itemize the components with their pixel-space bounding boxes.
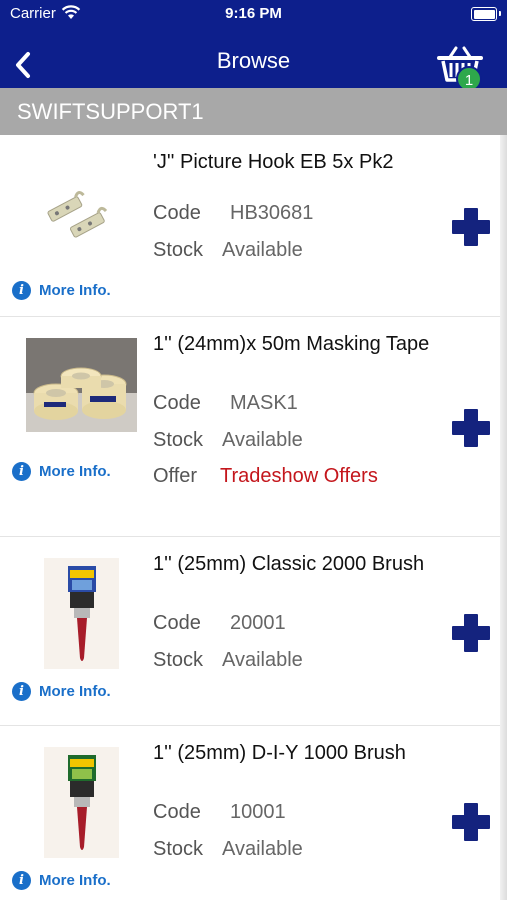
product-row[interactable]: 1'' (25mm) D-I-Y 1000 Brush Code 10001 S… xyxy=(0,726,500,914)
code-value: MASK1 xyxy=(230,392,298,414)
info-icon: i xyxy=(12,871,31,890)
product-row[interactable]: 1'' (25mm) Classic 2000 Brush Code 20001… xyxy=(0,537,500,726)
status-time: 9:16 PM xyxy=(225,5,282,22)
stock-value: Available xyxy=(222,239,303,261)
code-value: HB30681 xyxy=(230,202,314,224)
more-info-link[interactable]: i More Info. xyxy=(12,281,111,300)
stock-label: Stock xyxy=(153,838,204,860)
add-to-basket-icon[interactable] xyxy=(451,802,491,842)
offer-label: Offer xyxy=(153,465,198,487)
more-info-link[interactable]: i More Info. xyxy=(12,682,111,701)
status-bar: Carrier 9:16 PM xyxy=(0,0,507,30)
add-to-basket-icon[interactable] xyxy=(451,613,491,653)
product-title: 1'' (24mm)x 50m Masking Tape xyxy=(153,333,430,355)
add-to-basket-icon[interactable] xyxy=(451,207,491,247)
account-header: SWIFTSUPPORT1 xyxy=(0,88,507,135)
nav-bar: Browse 1 xyxy=(0,30,507,92)
code-value: 10001 xyxy=(230,801,286,823)
product-title: 1'' (25mm) D-I-Y 1000 Brush xyxy=(153,742,406,764)
page-title: Browse xyxy=(216,48,291,73)
code-label: Code xyxy=(153,612,201,634)
stock-label: Stock xyxy=(153,649,204,671)
stock-label: Stock xyxy=(153,429,204,451)
paint-brush-image xyxy=(44,558,119,669)
info-icon: i xyxy=(12,462,31,481)
scroll-edge xyxy=(500,135,507,900)
product-title: 1'' (25mm) Classic 2000 Brush xyxy=(153,553,425,575)
code-label: Code xyxy=(153,801,201,823)
more-info-link[interactable]: i More Info. xyxy=(12,462,111,481)
code-value: 20001 xyxy=(230,612,286,634)
stock-value: Available xyxy=(222,429,303,451)
picture-hook-image xyxy=(47,191,108,238)
masking-tape-image xyxy=(26,338,137,432)
product-row[interactable]: 'J'' Picture Hook EB 5x Pk2 Code HB30681… xyxy=(0,135,500,317)
paint-brush-image xyxy=(44,747,119,858)
stock-label: Stock xyxy=(153,239,204,261)
battery-icon xyxy=(471,7,497,21)
info-icon: i xyxy=(12,281,31,300)
info-icon: i xyxy=(12,682,31,701)
stock-value: Available xyxy=(222,838,303,860)
code-label: Code xyxy=(153,202,201,224)
code-label: Code xyxy=(153,392,201,414)
more-info-link[interactable]: i More Info. xyxy=(12,871,111,890)
product-row[interactable]: 1'' (24mm)x 50m Masking Tape Code MASK1 … xyxy=(0,317,500,537)
product-list: 'J'' Picture Hook EB 5x Pk2 Code HB30681… xyxy=(0,135,500,914)
account-name: SWIFTSUPPORT1 xyxy=(17,99,204,124)
product-title: 'J'' Picture Hook EB 5x Pk2 xyxy=(153,151,394,173)
stock-value: Available xyxy=(222,649,303,671)
add-to-basket-icon[interactable] xyxy=(451,408,491,448)
offer-value[interactable]: Tradeshow Offers xyxy=(220,465,378,488)
battery-tip xyxy=(499,11,501,16)
